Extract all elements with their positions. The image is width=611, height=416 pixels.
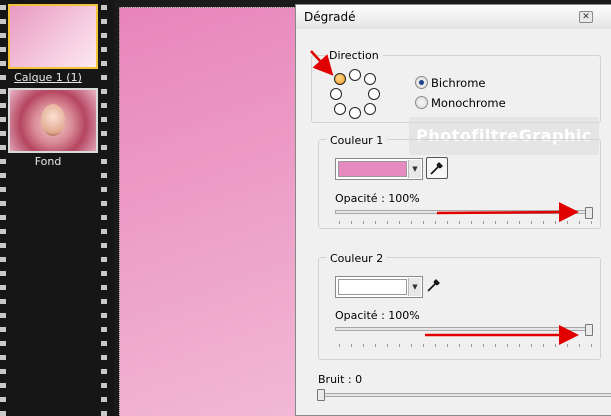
red-arrow-direction (310, 50, 334, 76)
red-arrow-opacity-1 (436, 202, 579, 223)
annotation-overlay (310, 50, 579, 345)
